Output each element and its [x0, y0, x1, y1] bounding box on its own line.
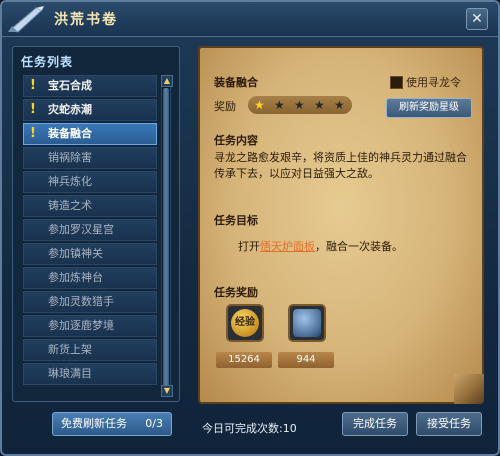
use-token-label: 使用寻龙令 [406, 76, 461, 89]
quest-available-icon: ! [30, 78, 36, 93]
task-list-item[interactable]: 销祸除害 [23, 147, 157, 169]
complete-task-button[interactable]: 完成任务 [342, 412, 408, 436]
quest-available-icon: ! [30, 126, 36, 141]
use-token-checkbox[interactable] [390, 76, 403, 89]
task-list-item-label: 参加镇神关 [48, 247, 103, 260]
task-list-item[interactable]: 新货上架 [23, 339, 157, 361]
goal-suffix: ，融合一次装备。 [315, 240, 403, 253]
quest-content-title: 任务内容 [214, 134, 258, 147]
reward-item-value: 944 [278, 352, 334, 368]
task-list-item[interactable]: 铸造之术 [23, 195, 157, 217]
task-list-item-label: 神兵炼化 [48, 175, 92, 188]
exp-icon: 经验 [231, 309, 259, 337]
star-empty-icon: ★ [294, 98, 305, 112]
goal-link[interactable]: 悟天炉面板 [260, 240, 315, 253]
reward-label: 奖励 [214, 100, 236, 113]
task-list-item[interactable]: 参加逐鹿梦境 [23, 315, 157, 337]
scroll-down-arrow-icon[interactable]: ▼ [161, 385, 173, 397]
task-list-item-label: 灾蛇赤潮 [48, 103, 92, 116]
task-list-item-label: 参加灵数猎手 [48, 295, 114, 308]
task-list-item-label: 参加逐鹿梦境 [48, 319, 114, 332]
accept-task-button[interactable]: 接受任务 [416, 412, 482, 436]
close-icon: ✕ [471, 11, 483, 27]
item-icon [293, 309, 321, 337]
close-button[interactable]: ✕ [466, 8, 488, 30]
task-list-item-label: 装备融合 [48, 127, 92, 140]
free-refresh-task-button[interactable]: 免费刷新任务 0/3 [52, 412, 172, 436]
window-title: 洪荒书卷 [54, 12, 118, 28]
task-list-item-label: 参加罗汉星宫 [48, 223, 114, 236]
task-list-item-label: 销祸除害 [48, 151, 92, 164]
refresh-reward-star-button[interactable]: 刷新奖励星级 [386, 98, 472, 118]
brush-logo-icon [8, 6, 44, 33]
free-refresh-label: 免费刷新任务 [61, 417, 127, 430]
quest-rewards-title: 任务奖励 [214, 286, 258, 299]
task-list-item-label: 琳琅满目 [48, 367, 92, 380]
task-list-item[interactable]: ! 装备融合 [23, 123, 157, 145]
reward-slot-exp[interactable]: 经验 [226, 304, 264, 342]
free-refresh-count: 0/3 [145, 417, 163, 430]
quest-details-parchment: 装备融合 使用寻龙令 奖励 ★ ★ ★ ★ ★ 刷新奖励星级 任务内容 寻龙之路愈发艰辛… [198, 46, 484, 404]
task-list: ! 宝石合成! 灾蛇赤潮! 装备融合 销祸除害 神兵炼化 铸造之术 参加罗汉星宫 参加镇神关 参加… [23, 75, 157, 387]
star-empty-icon: ★ [314, 98, 325, 112]
title-bar: 洪荒书卷 ✕ [2, 2, 498, 37]
scroll-thumb[interactable] [163, 88, 169, 388]
task-list-item[interactable]: 琳琅满目 [23, 363, 157, 385]
star-filled-icon: ★ [254, 98, 265, 112]
task-list-item[interactable]: 参加灵数猎手 [23, 291, 157, 313]
task-list-item[interactable]: ! 宝石合成 [23, 75, 157, 97]
page-curl-icon [454, 374, 484, 404]
quest-name: 装备融合 [214, 76, 258, 89]
daily-completion-count: 今日可完成次数:10 [202, 422, 297, 435]
task-list-item[interactable]: 参加罗汉星宫 [23, 219, 157, 241]
reward-exp-value: 15264 [216, 352, 272, 368]
star-empty-icon: ★ [334, 98, 345, 112]
task-list-item[interactable]: 神兵炼化 [23, 171, 157, 193]
task-list-item-label: 新货上架 [48, 343, 92, 356]
quest-available-icon: ! [30, 102, 36, 117]
task-list-header: 任务列表 [21, 55, 74, 69]
scroll-up-arrow-icon[interactable]: ▲ [161, 75, 173, 87]
task-list-scrollbar[interactable]: ▲ ▼ [161, 75, 173, 397]
reward-slot-item[interactable] [288, 304, 326, 342]
star-empty-icon: ★ [274, 98, 285, 112]
task-list-item[interactable]: ! 灾蛇赤潮 [23, 99, 157, 121]
task-list-item-label: 参加炼神台 [48, 271, 103, 284]
quest-goal-title: 任务目标 [214, 214, 258, 227]
quest-window: 洪荒书卷 ✕ 任务列表 ! 宝石合成! 灾蛇赤潮! 装备融合 销祸除害 神兵炼化 铸造之术参… [0, 0, 500, 456]
task-list-item-label: 铸造之术 [48, 199, 92, 212]
task-list-panel: 任务列表 ! 宝石合成! 灾蛇赤潮! 装备融合 销祸除害 神兵炼化 铸造之术 参加罗汉星宫 参加… [12, 46, 180, 402]
task-list-item[interactable]: 参加炼神台 [23, 267, 157, 289]
task-list-item-label: 宝石合成 [48, 79, 92, 92]
task-list-item[interactable]: 参加镇神关 [23, 243, 157, 265]
quest-goal-line: 打开悟天炉面板，融合一次装备。 [238, 238, 403, 254]
quest-content-text: 寻龙之路愈发艰辛，将资质上佳的神兵灵力通过融合传承下去，以应对日益强大之敌。 [214, 151, 467, 180]
goal-prefix: 打开 [238, 240, 260, 253]
reward-star-rating: ★ ★ ★ ★ ★ [248, 96, 352, 114]
